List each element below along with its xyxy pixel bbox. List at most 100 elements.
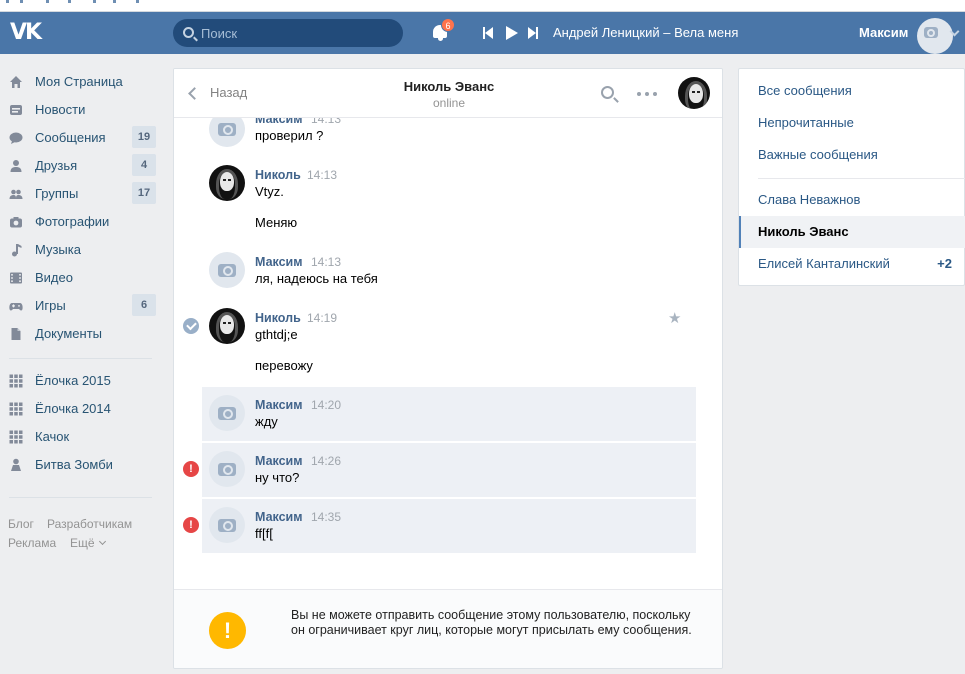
header-avatar[interactable] — [917, 18, 953, 54]
sidebar-app-label: Ёлочка 2014 — [35, 401, 111, 416]
sidebar-item-photos[interactable]: Фотографии — [0, 208, 160, 236]
dialog-name: Николь Эванс — [758, 224, 849, 239]
notifications-badge: 6 — [441, 18, 455, 32]
sidebar-item-friends[interactable]: Друзья 4 — [0, 152, 160, 180]
sidebar-item-messages[interactable]: Сообщения 19 — [0, 124, 160, 152]
sidebar-app-label: Битва Зомби — [35, 457, 113, 472]
vk-logo[interactable]: VK — [10, 21, 42, 45]
avatar-eye — [692, 91, 695, 93]
strip-dot — [93, 0, 96, 3]
message-history[interactable]: Максим 14:13 проверил ? Николь 14:13 Vty… — [174, 69, 722, 589]
avatar-eye — [223, 322, 226, 324]
send-error-icon[interactable]: ! — [183, 461, 199, 477]
footer-link-blog[interactable]: Блог — [8, 517, 34, 531]
footer-link-developers[interactable]: Разработчикам — [47, 517, 132, 531]
play-button[interactable] — [504, 25, 518, 41]
avatar-eye — [223, 179, 226, 181]
friends-count-badge: 4 — [132, 154, 156, 176]
message-time: 14:13 — [307, 168, 338, 182]
sender-avatar[interactable] — [209, 395, 245, 431]
message-author[interactable]: Максим — [255, 454, 303, 469]
avatar-eye — [697, 91, 700, 93]
strip-dot — [68, 0, 71, 3]
dialog-elisey-kantalinsky[interactable]: Елисей Канталинский +2 — [739, 248, 965, 280]
message-author[interactable]: Николь — [255, 311, 301, 326]
dialog-nikol-evans[interactable]: Николь Эванс — [739, 216, 965, 248]
chat-header: Назад Николь Эванс online — [174, 69, 722, 118]
app-grid-icon — [9, 402, 23, 416]
sidebar-app-label: Качок — [35, 429, 70, 444]
message-text: Меняю — [255, 215, 298, 230]
message-author[interactable]: Максим — [255, 255, 303, 270]
message-author[interactable]: Максим — [255, 510, 303, 525]
message-text: перевожу — [255, 358, 313, 373]
read-check-icon[interactable] — [183, 318, 199, 334]
sidebar-item-video[interactable]: Видео — [0, 264, 160, 292]
dot-icon — [653, 92, 657, 96]
sender-avatar[interactable] — [209, 451, 245, 487]
now-playing-track[interactable]: Андрей Леницкий – Вела меня — [553, 25, 738, 41]
avatar-eye — [228, 322, 231, 324]
star-icon[interactable]: ★ — [668, 311, 681, 326]
sender-avatar[interactable] — [209, 507, 245, 543]
search-icon[interactable] — [601, 86, 614, 99]
message-text: ff[f[ — [255, 526, 273, 541]
dialog-slava-nevazhnov[interactable]: Слава Неважнов — [739, 184, 965, 216]
search-box[interactable] — [173, 19, 403, 47]
sidebar-item-games[interactable]: Игры 6 — [0, 292, 160, 320]
zombie-app-icon — [11, 458, 21, 471]
filter-unread[interactable]: Непрочитанные — [739, 107, 965, 139]
message-time: 14:13 — [311, 255, 342, 269]
sidebar-item-my-page[interactable]: Моя Страница — [0, 68, 160, 96]
sidebar-item-documents[interactable]: Документы — [0, 320, 160, 348]
top-header: VK 6 Андрей Леницкий – Вела меня Максим — [0, 12, 965, 54]
app-grid-icon — [9, 430, 23, 444]
sidebar-app-kachok[interactable]: Качок — [0, 423, 160, 451]
message-time: 14:35 — [311, 510, 342, 524]
sidebar-app-bitva-zombi[interactable]: Битва Зомби — [0, 451, 160, 479]
peer-avatar[interactable] — [678, 77, 710, 109]
message-text: проверил ? — [255, 128, 324, 143]
filter-all-messages[interactable]: Все сообщения — [739, 75, 965, 107]
notifications-button[interactable]: 6 — [431, 18, 455, 42]
message-author[interactable]: Максим — [255, 398, 303, 413]
message-author[interactable]: Николь — [255, 168, 301, 183]
sidebar-item-news[interactable]: Новости — [0, 96, 160, 124]
message-time: 14:20 — [311, 398, 342, 412]
filter-important[interactable]: Важные сообщения — [739, 139, 965, 171]
avatar-face — [689, 84, 703, 103]
sidebar-item-label: Игры — [35, 298, 66, 313]
sidebar-app-elochka-2015[interactable]: Ёлочка 2015 — [0, 367, 160, 395]
avatar-eye — [228, 179, 231, 181]
sidebar-item-music[interactable]: Музыка — [0, 236, 160, 264]
avatar-face — [220, 172, 234, 191]
footer-link-ads[interactable]: Реклама — [8, 536, 56, 550]
sidebar-app-elochka-2014[interactable]: Ёлочка 2014 — [0, 395, 160, 423]
messages-navigation: Все сообщения Непрочитанные Важные сообщ… — [738, 68, 965, 286]
home-icon — [10, 76, 22, 88]
next-track-button[interactable] — [526, 25, 540, 41]
sidebar-item-groups[interactable]: Группы 17 — [0, 180, 160, 208]
search-input[interactable] — [201, 19, 396, 47]
sidebar-item-label: Новости — [35, 102, 86, 117]
header-user-name[interactable]: Максим — [859, 25, 908, 41]
more-actions-button[interactable] — [637, 92, 657, 96]
sender-avatar[interactable] — [209, 252, 245, 288]
previous-track-button[interactable] — [482, 25, 496, 41]
message-row-selected[interactable] — [202, 499, 696, 553]
footer-link-more[interactable]: Ещё — [70, 536, 106, 550]
filter-label: Все сообщения — [758, 83, 852, 98]
sender-avatar[interactable] — [209, 308, 245, 344]
cannot-send-text: Вы не можете отправить сообщение этому п… — [291, 608, 692, 637]
sidebar-item-label: Друзья — [35, 158, 78, 173]
next-icon — [528, 27, 536, 39]
strip-dot — [6, 0, 9, 3]
cannot-send-notice: ! Вы не можете отправить сообщение этому… — [174, 589, 722, 668]
sidebar-item-label: Видео — [35, 270, 73, 285]
sidebar-item-label: Музыка — [35, 242, 81, 257]
sender-avatar[interactable] — [209, 165, 245, 201]
sidebar-item-label: Документы — [35, 326, 103, 341]
message-text: Vtyz. — [255, 184, 284, 199]
groups-icon — [9, 189, 23, 199]
send-error-icon[interactable]: ! — [183, 517, 199, 533]
